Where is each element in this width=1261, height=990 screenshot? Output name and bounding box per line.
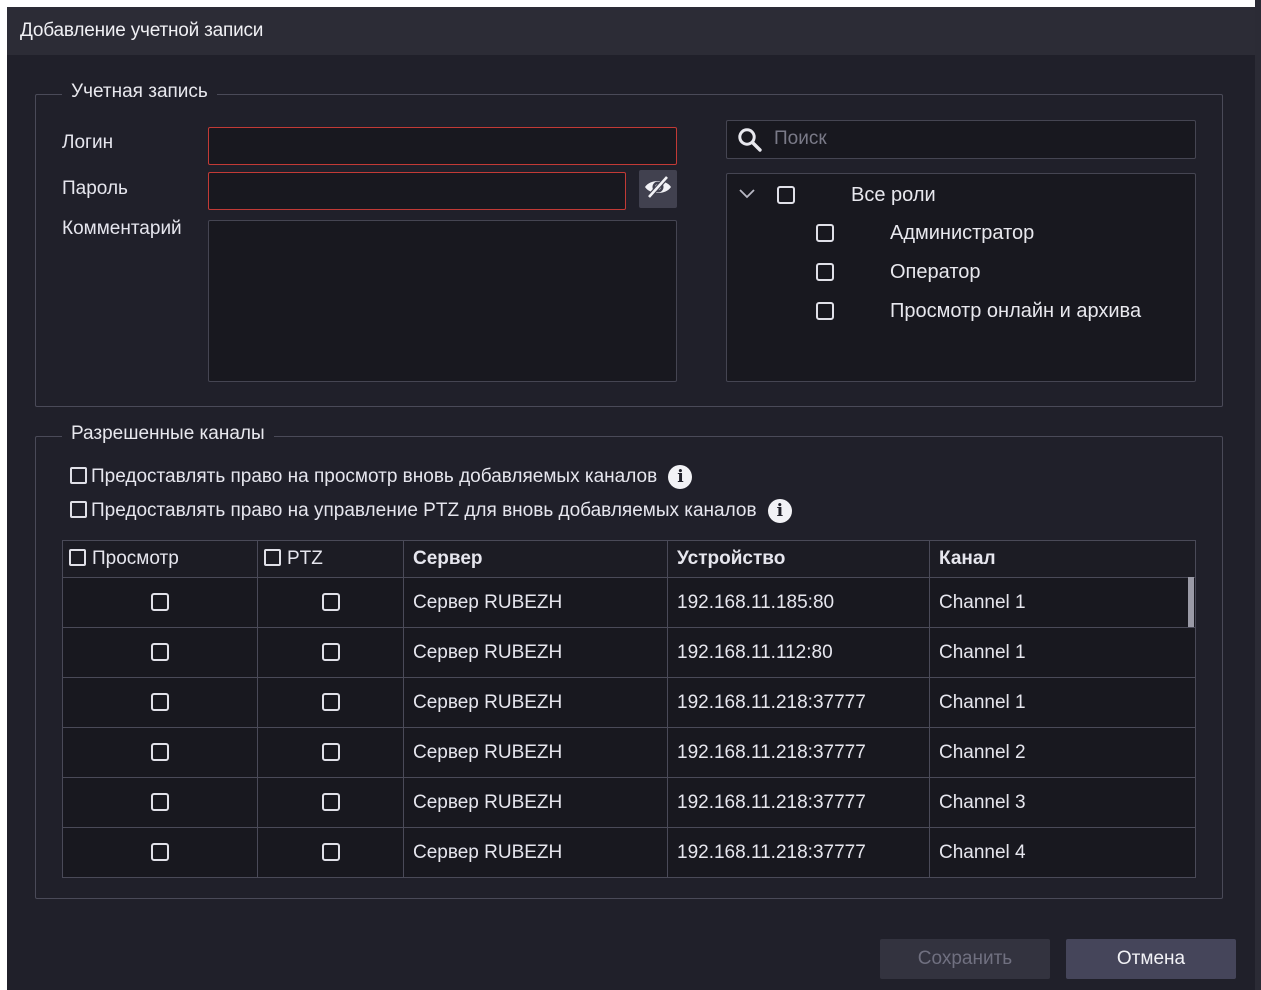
ptz-cell [257, 577, 404, 628]
ptz-checkbox[interactable] [321, 793, 340, 812]
ptz-checkbox[interactable] [321, 693, 340, 712]
password-label: Пароль [62, 178, 128, 199]
table-row[interactable]: Сервер RUBEZH 192.168.11.112:80 Channel … [62, 627, 1196, 678]
device-cell: 192.168.11.218:37777 [667, 777, 930, 828]
ptz-all-checkbox[interactable] [264, 549, 281, 566]
server-cell: Сервер RUBEZH [403, 777, 668, 828]
ptz-cell [257, 727, 404, 778]
role-search-input[interactable]: Поиск [726, 120, 1196, 159]
save-button[interactable]: Сохранить [880, 939, 1050, 979]
table-row[interactable]: Сервер RUBEZH 192.168.11.218:37777 Chann… [62, 677, 1196, 728]
table-row[interactable]: Сервер RUBEZH 192.168.11.185:80 Channel … [62, 577, 1196, 628]
option-ptz-label: Предоставлять право на управление PTZ дл… [91, 500, 757, 522]
view-checkbox[interactable] [151, 693, 169, 712]
channel-cell: Channel 4 [929, 827, 1196, 878]
column-view-label: Просмотр [92, 548, 179, 569]
view-checkbox[interactable] [151, 743, 169, 762]
table-row[interactable]: Сервер RUBEZH 192.168.11.218:37777 Chann… [62, 727, 1196, 778]
ptz-cell [257, 777, 404, 828]
eye-slash-icon [643, 174, 673, 204]
background-window [1255, 0, 1261, 990]
add-account-dialog: Добавление учетной записи Учетная запись… [7, 7, 1255, 990]
column-ptz-label: PTZ [287, 548, 323, 569]
view-checkbox[interactable] [151, 843, 169, 862]
device-cell: 192.168.11.218:37777 [667, 827, 930, 878]
channel-cell: Channel 1 [929, 677, 1196, 728]
table-row[interactable]: Сервер RUBEZH 192.168.11.218:37777 Chann… [62, 777, 1196, 828]
view-cell [62, 577, 258, 628]
option-view-new-channels[interactable]: Предоставлять право на просмотр вновь до… [70, 465, 693, 489]
view-all-checkbox[interactable] [69, 549, 86, 566]
all-roles-label: Все роли [851, 184, 936, 206]
view-cell [62, 677, 258, 728]
ptz-checkbox[interactable] [321, 743, 340, 762]
login-input[interactable] [208, 127, 677, 165]
search-icon [737, 127, 763, 158]
comment-label: Комментарий [62, 218, 182, 239]
view-checkbox[interactable] [151, 593, 169, 612]
ptz-checkbox[interactable] [321, 593, 340, 612]
device-cell: 192.168.11.112:80 [667, 627, 930, 678]
channels-group-legend: Разрешенные каналы [62, 423, 274, 445]
channels-table: Просмотр PTZ Сервер Устройство Канал Сер… [62, 540, 1196, 878]
table-header-row: Просмотр PTZ Сервер Устройство Канал [62, 540, 1196, 578]
option-view-label: Предоставлять право на просмотр вновь до… [91, 466, 658, 488]
view-cell [62, 627, 258, 678]
view-cell [62, 777, 258, 828]
column-header-channel[interactable]: Канал [929, 540, 1196, 578]
all-roles-checkbox[interactable] [777, 186, 795, 204]
ptz-cell [257, 627, 404, 678]
server-cell: Сервер RUBEZH [403, 627, 668, 678]
role-label-admin: Администратор [890, 222, 1035, 244]
server-cell: Сервер RUBEZH [403, 827, 668, 878]
device-cell: 192.168.11.218:37777 [667, 677, 930, 728]
option-ptz-checkbox[interactable] [70, 501, 87, 519]
comment-textarea[interactable] [208, 220, 677, 382]
info-icon[interactable]: i [668, 465, 693, 489]
search-placeholder: Поиск [774, 128, 827, 149]
role-label-viewer: Просмотр онлайн и архива [890, 300, 1142, 322]
view-checkbox[interactable] [151, 643, 169, 662]
column-header-ptz[interactable]: PTZ [257, 540, 404, 578]
channel-cell: Channel 3 [929, 777, 1196, 828]
toggle-password-button[interactable] [639, 170, 677, 208]
ptz-cell [257, 827, 404, 878]
column-header-view[interactable]: Просмотр [62, 540, 258, 578]
role-checkbox-operator[interactable] [816, 263, 834, 281]
option-ptz-new-channels[interactable]: Предоставлять право на управление PTZ дл… [70, 499, 792, 523]
server-cell: Сервер RUBEZH [403, 677, 668, 728]
account-group-legend: Учетная запись [62, 81, 217, 103]
server-cell: Сервер RUBEZH [403, 577, 668, 628]
cancel-button[interactable]: Отмена [1066, 939, 1236, 979]
ptz-cell [257, 677, 404, 728]
table-row[interactable]: Сервер RUBEZH 192.168.11.218:37777 Chann… [62, 827, 1196, 878]
server-cell: Сервер RUBEZH [403, 727, 668, 778]
channel-cell: Channel 2 [929, 727, 1196, 778]
table-scrollbar-thumb[interactable] [1188, 577, 1194, 627]
ptz-checkbox[interactable] [321, 843, 340, 862]
login-label: Логин [62, 132, 114, 153]
ptz-checkbox[interactable] [321, 643, 340, 662]
column-header-device[interactable]: Устройство [667, 540, 930, 578]
channel-cell: Channel 1 [929, 577, 1196, 628]
info-icon[interactable]: i [767, 499, 792, 523]
view-cell [62, 827, 258, 878]
role-checkbox-viewer[interactable] [816, 302, 834, 320]
password-input[interactable] [208, 172, 626, 210]
channel-cell: Channel 1 [929, 627, 1196, 678]
roles-tree: Все роли Администратор Оператор Просмотр… [726, 173, 1196, 382]
device-cell: 192.168.11.185:80 [667, 577, 930, 628]
chevron-down-icon[interactable] [737, 187, 757, 206]
dialog-titlebar: Добавление учетной записи [7, 7, 1255, 55]
role-checkbox-admin[interactable] [816, 224, 834, 242]
view-cell [62, 727, 258, 778]
option-view-checkbox[interactable] [70, 467, 87, 485]
column-header-server[interactable]: Сервер [403, 540, 668, 578]
device-cell: 192.168.11.218:37777 [667, 727, 930, 778]
view-checkbox[interactable] [151, 793, 169, 812]
role-label-operator: Оператор [890, 261, 981, 283]
dialog-title: Добавление учетной записи [20, 20, 264, 41]
